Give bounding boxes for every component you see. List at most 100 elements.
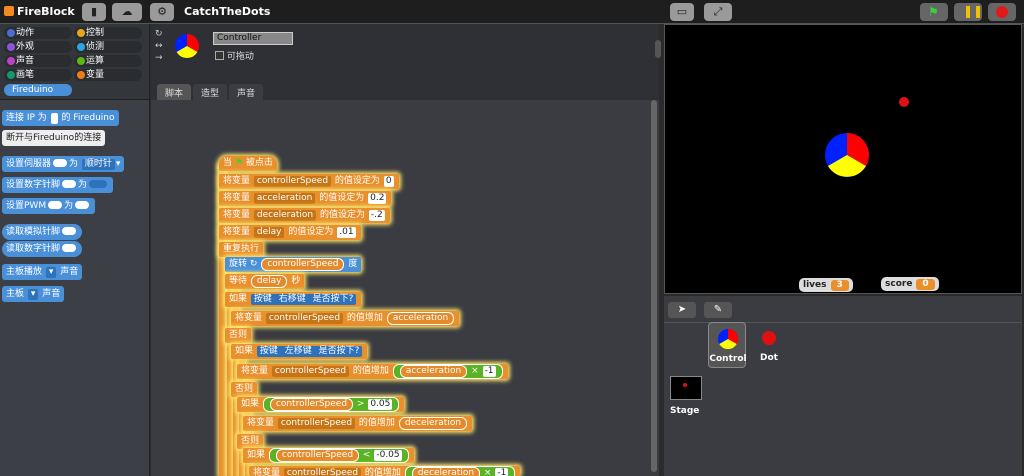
controller-sprite[interactable] [823, 131, 871, 179]
variable-dropdown[interactable]: controllerSpeed [283, 468, 362, 476]
variable-reporter[interactable]: acceleration [386, 312, 455, 325]
variable-dropdown[interactable]: controllerSpeed [265, 313, 344, 324]
read-digital-pin-block[interactable]: 读取数字针脚 [2, 241, 83, 257]
set-digital-pin-block[interactable]: 设置数字针脚 为 [2, 177, 114, 193]
turn-block[interactable]: 旋转 ↻ controllerSpeed 度 [225, 257, 362, 272]
wait-block[interactable]: 等待 delay 秒 [225, 274, 305, 289]
value-input[interactable]: 0 [383, 176, 394, 187]
category-sound[interactable]: 声音 [4, 55, 72, 67]
variable-dropdown[interactable]: controllerSpeed [271, 366, 350, 377]
variable-dropdown[interactable]: deceleration [253, 210, 317, 221]
servo-slot[interactable] [53, 159, 68, 167]
set-variable-block[interactable]: 将变量 deceleration 的值设定为 -.2 [219, 208, 390, 223]
cloud-menu-button[interactable]: ☁ [112, 3, 142, 21]
analog-pin-slot[interactable] [62, 227, 77, 235]
stage[interactable]: lives 3 score 0 [664, 24, 1022, 294]
value-input[interactable]: -.2 [368, 210, 385, 221]
variable-reporter[interactable]: deceleration [398, 417, 468, 430]
script-scrollbar[interactable] [651, 100, 657, 472]
ip-slot[interactable] [50, 113, 58, 124]
variable-reporter[interactable]: acceleration [399, 365, 468, 378]
variable-reporter[interactable]: controllerSpeed [261, 258, 345, 271]
stage-size-button[interactable]: ▭ [670, 3, 694, 21]
fullscreen-button[interactable]: ⤢ [704, 3, 732, 21]
board-sound-block[interactable]: 主板 ▾ 声音 [2, 286, 65, 302]
note-dropdown[interactable]: ▾ [45, 267, 57, 278]
digital-pin-slot[interactable] [62, 244, 77, 252]
less-than-reporter[interactable]: controllerSpeed < -0.05 [268, 448, 409, 463]
variable-dropdown[interactable]: acceleration [253, 193, 316, 204]
sprite-tile-dot[interactable]: Dot [750, 322, 788, 368]
draggable-checkbox[interactable]: 可拖动 [215, 49, 254, 62]
stop-button[interactable] [988, 3, 1016, 21]
variable-reporter[interactable]: deceleration [411, 467, 481, 476]
value-input[interactable]: -1 [482, 366, 496, 377]
value-input[interactable]: -0.05 [374, 450, 402, 461]
change-variable-block[interactable]: 将变量 controllerSpeed 的值增加 deceleration × … [249, 466, 521, 476]
multiply-reporter[interactable]: acceleration × -1 [392, 364, 503, 379]
set-variable-block[interactable]: 将变量 acceleration 的值设定为 0.2 [219, 191, 392, 206]
variable-reporter[interactable]: delay [250, 275, 288, 288]
change-variable-block[interactable]: 将变量 controllerSpeed 的值增加 acceleration [231, 311, 460, 326]
set-pwm-block[interactable]: 设置PWM 为 [2, 198, 96, 214]
value-input[interactable]: .01 [337, 227, 356, 238]
value-input[interactable]: 0.05 [368, 399, 393, 410]
category-variables[interactable]: 变量 [74, 69, 142, 81]
category-sensing[interactable]: 侦测 [74, 41, 142, 53]
variable-reporter[interactable]: controllerSpeed [269, 398, 354, 411]
value-input[interactable]: 0.2 [368, 193, 387, 204]
category-looks[interactable]: 外观 [4, 41, 72, 53]
pin-slot[interactable] [62, 180, 77, 188]
variable-dropdown[interactable]: delay [253, 227, 285, 238]
value-input[interactable]: -1 [495, 468, 509, 476]
pwm-pin-slot[interactable] [48, 201, 63, 209]
if-else-block[interactable]: 如果 按键 左移键 是否按下? [231, 344, 368, 359]
green-flag-button[interactable]: ⚑ [920, 3, 948, 21]
multiply-reporter[interactable]: deceleration × -1 [404, 466, 516, 476]
sound-dropdown[interactable]: ▾ [27, 289, 39, 300]
select-tool-button[interactable]: ➤ [668, 302, 696, 318]
tab-sounds[interactable]: 声音 [229, 84, 264, 101]
rotation-style-buttons[interactable]: ↻ ↔ → [155, 28, 163, 64]
value-slot[interactable] [89, 180, 108, 188]
change-variable-block[interactable]: 将变量 controllerSpeed 的值增加 acceleration × … [237, 364, 508, 379]
category-operators[interactable]: 运算 [74, 55, 142, 67]
category-motion[interactable]: 动作 [4, 27, 72, 39]
paint-new-sprite-button[interactable]: ✎ [704, 302, 732, 318]
forever-block[interactable]: 重复执行 [219, 242, 264, 257]
read-analog-pin-block[interactable]: 读取模拟针脚 [2, 224, 83, 240]
change-variable-block[interactable]: 将变量 controllerSpeed 的值增加 deceleration [243, 416, 473, 431]
variable-reporter[interactable]: controllerSpeed [275, 449, 360, 462]
servo-direction-dropdown[interactable]: 顺时针 [81, 159, 115, 170]
set-variable-block[interactable]: 将变量 controllerSpeed 的值设定为 0 [219, 174, 399, 189]
set-variable-block[interactable]: 将变量 delay 的值设定为 .01 [219, 225, 361, 240]
header-scrollbar[interactable] [655, 40, 661, 58]
if-else-block[interactable]: 如果 controllerSpeed < -0.05 [243, 448, 414, 463]
checkbox-icon[interactable] [215, 51, 224, 60]
when-flag-clicked-block[interactable]: 当 ⚑ 被点击 [219, 156, 277, 171]
file-menu-button[interactable]: ▮ [82, 3, 106, 21]
settings-button[interactable]: ⚙ [150, 3, 174, 21]
variable-dropdown[interactable]: controllerSpeed [253, 176, 332, 187]
tab-costumes[interactable]: 造型 [193, 84, 228, 101]
rotate-icon[interactable]: ↻ [155, 29, 163, 39]
connect-ip-block[interactable]: 连接 IP 为 的 Fireduino [2, 110, 119, 126]
stage-thumbnail[interactable] [670, 376, 702, 400]
greater-than-reporter[interactable]: controllerSpeed > 0.05 [262, 397, 400, 412]
set-servo-block[interactable]: 设置伺服器 为 顺时针 ▾ [2, 156, 125, 172]
category-control[interactable]: 控制 [74, 27, 142, 39]
pause-button[interactable]: ❚❚ [954, 3, 983, 21]
left-right-icon[interactable]: ↔ [155, 41, 163, 51]
dot-sprite[interactable] [898, 96, 910, 108]
key-dropdown[interactable]: 左移键 [281, 346, 315, 357]
if-else-block[interactable]: 如果 按键 右移键 是否按下? [225, 292, 362, 307]
pwm-value-slot[interactable] [75, 201, 90, 209]
board-play-block[interactable]: 主板播放 ▾ 声音 [2, 264, 83, 280]
category-fireduino[interactable]: Fireduino [4, 84, 72, 96]
if-else-block[interactable]: 如果 controllerSpeed > 0.05 [237, 397, 405, 412]
key-dropdown[interactable]: 右移键 [275, 294, 309, 305]
key-pressed-reporter[interactable]: 按键 左移键 是否按下? [256, 346, 363, 357]
sprite-name-input[interactable]: Controller [213, 32, 293, 45]
no-rotate-icon[interactable]: → [155, 53, 163, 63]
key-pressed-reporter[interactable]: 按键 右移键 是否按下? [250, 294, 357, 305]
